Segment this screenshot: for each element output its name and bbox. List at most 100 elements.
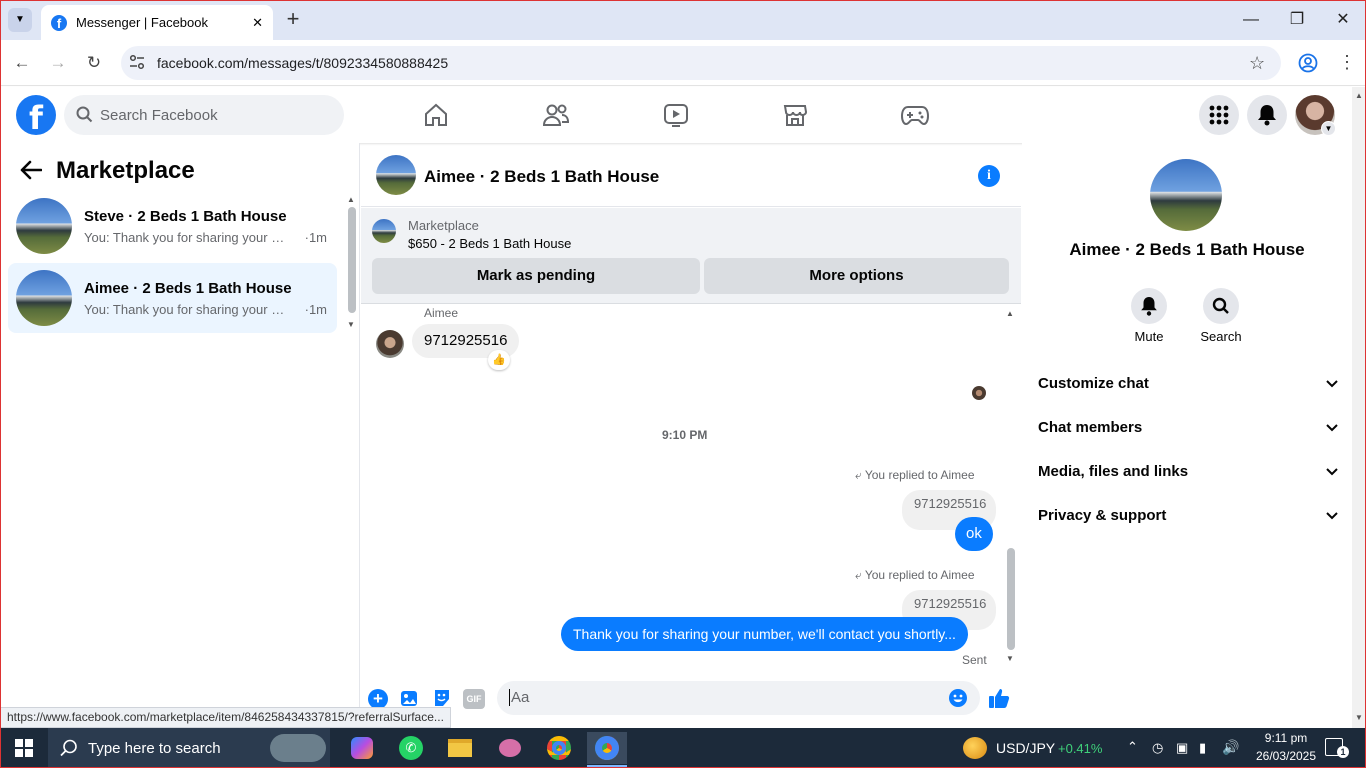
section-privacy-support[interactable]: Privacy & support [1038,507,1338,524]
more-options-button[interactable]: More options [704,258,1009,294]
chrome-app-icon[interactable] [539,732,579,764]
listing-title[interactable]: $650 - 2 Beds 1 Bath House [408,236,571,251]
details-avatar[interactable] [1150,159,1222,231]
minimize-icon[interactable]: — [1228,6,1274,34]
close-tab-icon[interactable]: ✕ [252,15,263,31]
outgoing-message[interactable]: Thank you for sharing your number, we'll… [561,617,968,651]
emoji-icon[interactable] [948,688,968,713]
section-chat-members[interactable]: Chat members [1038,419,1338,436]
reply-indicator: ⤶ You replied to Aimee [855,468,975,483]
url-text: facebook.com/messages/t/8092334580888425 [157,55,449,71]
ticker-symbol[interactable]: USD/JPY [996,740,1055,756]
show-hidden-icons-icon[interactable]: ⌃ [1127,739,1138,755]
chrome-active-app-icon[interactable] [587,732,627,764]
reply-arrow-icon: ⤶ [855,568,862,582]
message-input[interactable]: Aa [497,681,980,715]
copilot-app-icon[interactable] [342,732,382,764]
nav-friends-icon[interactable] [536,100,576,130]
listing-label: Marketplace [408,218,479,233]
nav-watch-icon[interactable] [656,100,696,130]
taskbar-search-placeholder: Type here to search [88,739,221,757]
nav-marketplace-icon[interactable] [775,100,815,130]
back-arrow-icon[interactable] [20,160,43,185]
listing-mini-thumbnail[interactable] [372,219,396,243]
section-media-files-links[interactable]: Media, files and links [1038,463,1338,480]
conversation-preview: You: Thank you for sharing your n... [84,229,289,245]
reply-arrow-icon: ⤶ [855,468,862,482]
search-conversation-button[interactable] [1203,288,1239,324]
thread-scroll-down-icon[interactable]: ▼ [1006,654,1014,663]
mute-label: Mute [1134,329,1164,344]
site-info-icon[interactable] [129,54,145,73]
taskbar-search-input[interactable]: Type here to search [48,728,330,768]
notifications-bell-icon[interactable] [1247,95,1287,135]
meet-now-icon[interactable]: ▣ [1176,740,1188,756]
snipping-tool-app-icon[interactable] [490,732,530,764]
info-icon[interactable]: i [978,165,1000,187]
thread-scrollbar-thumb[interactable] [1007,548,1015,650]
address-bar[interactable]: facebook.com/messages/t/8092334580888425 [121,46,1281,80]
reply-label: You replied to Aimee [864,568,975,582]
battery-icon[interactable]: ▮ [1199,740,1206,756]
nav-gaming-icon[interactable] [895,100,935,130]
like-send-icon[interactable] [987,686,1011,715]
listing-thumbnail [16,270,72,326]
menu-grid-icon[interactable] [1199,95,1239,135]
volume-icon[interactable]: 🔊 [1222,739,1239,756]
search-placeholder: Search Facebook [100,106,218,124]
nav-home-icon[interactable] [416,100,456,130]
chevron-down-icon [1326,419,1338,436]
message-status: Sent [962,653,987,667]
mark-as-pending-button[interactable]: Mark as pending [372,258,700,294]
back-icon[interactable]: ← [9,50,35,76]
conversation-item[interactable]: Steve · 2 Beds 1 Bath House You: Thank y… [8,191,337,261]
chevron-down-icon [1326,375,1338,392]
sender-name: Aimee [424,306,459,320]
windows-start-icon[interactable] [15,739,33,762]
facebook-search-input[interactable]: Search Facebook [64,95,344,135]
account-chevron-down-icon[interactable]: ▼ [1321,121,1336,136]
message-timestamp: 9:10 PM [662,428,708,442]
read-receipt-avatar [972,386,986,400]
add-attachment-icon[interactable]: + [368,689,388,709]
conversation-preview: You: Thank you for sharing your n... [84,301,289,317]
sender-avatar[interactable] [376,330,404,358]
forward-icon[interactable]: → [45,50,71,76]
tab-search-button[interactable]: ▼ [8,8,32,32]
facebook-logo[interactable]: f [16,95,56,137]
list-scroll-down-icon[interactable]: ▼ [347,320,355,329]
section-label: Customize chat [1038,375,1149,392]
section-label: Chat members [1038,419,1143,436]
bookmark-star-icon[interactable]: ☆ [1249,53,1265,74]
reaction-like-icon[interactable]: 👍 [488,350,510,370]
chat-avatar[interactable] [376,155,416,195]
search-label: Search [1200,329,1242,344]
ticker-coins-icon [963,737,987,759]
chevron-down-icon [1326,463,1338,480]
chat-title[interactable]: Aimee · 2 Beds 1 Bath House [424,167,659,187]
clock-date[interactable]: 26/03/2025 [1251,749,1321,763]
conversation-name: Aimee · 2 Beds 1 Bath House [84,279,292,297]
conversation-item-active[interactable]: Aimee · 2 Beds 1 Bath House You: Thank y… [8,263,337,333]
reload-icon[interactable]: ↻ [81,50,107,76]
mute-button[interactable] [1131,288,1167,324]
list-scrollbar-thumb[interactable] [348,207,356,313]
section-customize-chat[interactable]: Customize chat [1038,375,1338,392]
thread-scroll-up-icon[interactable]: ▲ [1006,309,1014,318]
profile-icon[interactable] [1298,53,1318,78]
search-icon [60,739,78,761]
network-icon[interactable]: ◷ [1152,740,1163,756]
clock-time[interactable]: 9:11 pm [1255,731,1317,745]
gif-icon[interactable]: GIF [463,689,485,709]
new-tab-button[interactable]: + [282,8,304,32]
restore-icon[interactable]: ❐ [1274,6,1320,34]
browser-tab[interactable]: f Messenger | Facebook ✕ [41,5,273,40]
list-scroll-up-icon[interactable]: ▲ [347,195,355,204]
page-scrollbar[interactable]: ▲ ▼ [1352,87,1366,728]
file-explorer-app-icon[interactable] [440,732,480,764]
outgoing-message[interactable]: ok [955,517,993,551]
close-window-icon[interactable]: ✕ [1320,6,1366,34]
whatsapp-app-icon[interactable]: ✆ [391,732,431,764]
notification-count: 1 [1337,746,1349,758]
browser-menu-icon[interactable]: ⋮ [1338,51,1356,73]
